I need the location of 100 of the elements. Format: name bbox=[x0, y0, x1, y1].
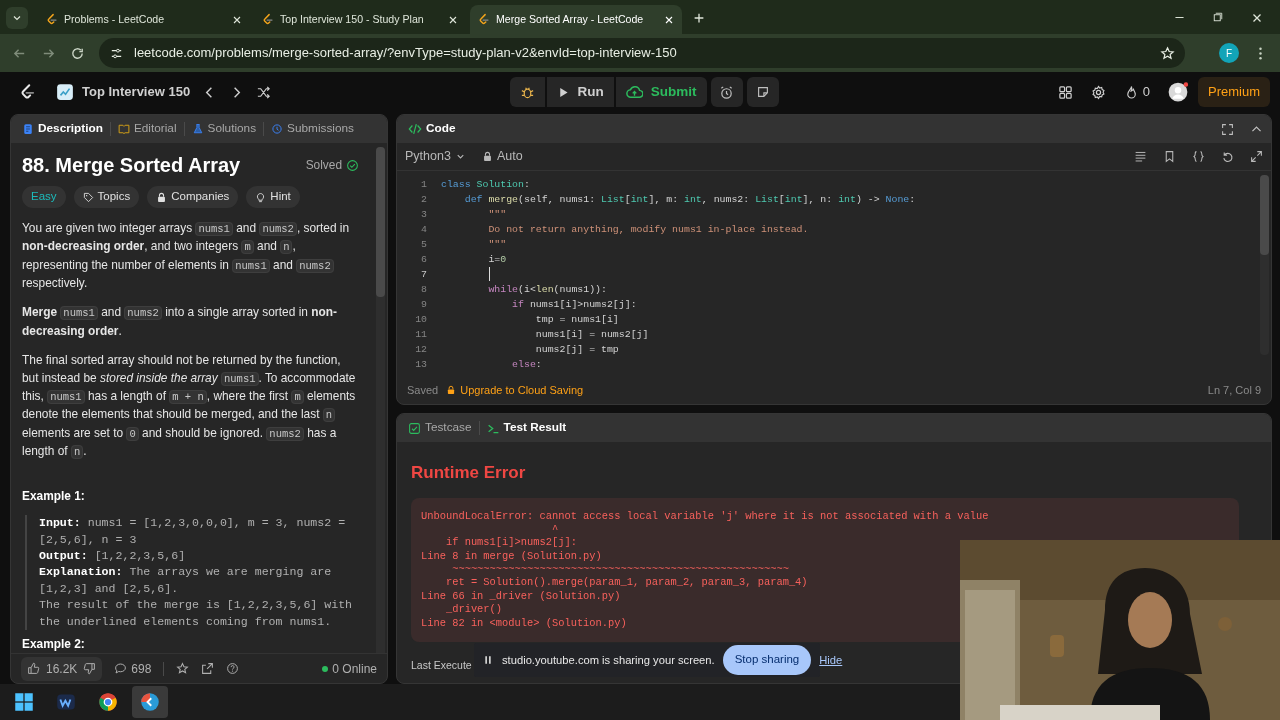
reload-icon[interactable] bbox=[70, 45, 85, 61]
panel-tab[interactable]: Description bbox=[19, 120, 106, 138]
code-line: nums2[j] = tmp bbox=[534, 343, 619, 357]
panel-tab[interactable]: Code bbox=[405, 120, 459, 138]
leetcode-logo-icon bbox=[261, 13, 274, 26]
code-line: nums1[i] = nums2[j] bbox=[534, 328, 649, 342]
tag-icon bbox=[82, 191, 94, 203]
solved-status: Solved bbox=[305, 157, 342, 174]
online-count: 0 Online bbox=[332, 660, 377, 678]
code-line: while(i<len(nums1)): bbox=[487, 283, 607, 297]
error-line: ~~~~~~~~~~~~~~~~~~~~~~~~~~~~~~~~~~~~~~~~~~~~~~~~~~~~~~ bbox=[451, 563, 790, 577]
shuffle-icon[interactable] bbox=[256, 84, 272, 100]
study-plan-icon bbox=[56, 83, 74, 101]
panel-tab[interactable]: Testcase bbox=[405, 419, 475, 437]
example-line: Output: [1,2,2,3,5,6] bbox=[39, 547, 187, 564]
error-line: _driver() bbox=[444, 603, 504, 617]
tag-button[interactable]: Hint bbox=[246, 186, 300, 208]
video-app-icon bbox=[56, 692, 76, 712]
comment-icon bbox=[114, 662, 128, 675]
difficulty-tag: Easy bbox=[22, 186, 66, 208]
line-number: 7 bbox=[420, 268, 428, 282]
panel-tab[interactable]: Editorial bbox=[114, 120, 180, 138]
lock-icon bbox=[156, 191, 168, 203]
hide-link[interactable]: Hide bbox=[819, 651, 843, 669]
book-icon bbox=[117, 123, 130, 135]
browser-tab[interactable]: Merge Sorted Array - LeetCode bbox=[470, 5, 682, 34]
document-icon bbox=[22, 123, 34, 135]
example-line: Explanation: The arrays we are merging are [1,2,3] and [2,5,6]. bbox=[39, 564, 333, 597]
settings-icon[interactable] bbox=[1090, 84, 1106, 100]
autocomplete-mode: Auto bbox=[496, 148, 523, 166]
study-plan-title[interactable]: Top Interview 150 bbox=[82, 82, 191, 102]
description-paragraph: The final sorted array should not be returned by the function, but instead be stored inside the array nums1 . To accommodate this, nums1 has a length of m + n , where the first m elements denote the elements that should be merged, and the last n elements are set to 0 and should be ignored. nums2 has a length of n . bbox=[22, 352, 357, 462]
line-number: 11 bbox=[414, 328, 428, 342]
line-number: 8 bbox=[420, 283, 428, 297]
format-icon[interactable] bbox=[1134, 150, 1147, 163]
streak-count: 0 bbox=[1142, 83, 1150, 102]
line-number: 10 bbox=[414, 313, 428, 327]
description-paragraph: Merge nums1 and nums2 into a single array sorted in non-decreasing order. bbox=[22, 304, 338, 340]
thumbs-up-icon bbox=[27, 662, 40, 675]
error-line: Line 66 in _driver (Solution.py) bbox=[421, 589, 622, 604]
address-bar[interactable]: leetcode.com/problems/merge-sorted-array/?envType=study-plan-v2&envId=top-interview-150 bbox=[99, 38, 1185, 68]
tab-search-button[interactable] bbox=[6, 7, 28, 29]
taskbar-button[interactable] bbox=[132, 686, 168, 718]
fullscreen-icon[interactable] bbox=[1221, 122, 1234, 136]
panel-tab[interactable]: Submissions bbox=[268, 120, 357, 138]
favorite-star-icon[interactable] bbox=[176, 662, 190, 675]
submit-button[interactable]: Submit bbox=[615, 77, 707, 107]
bookmark-star-icon[interactable] bbox=[1160, 45, 1175, 61]
browser-tab[interactable]: Problems - LeetCode bbox=[38, 5, 250, 34]
line-number: 2 bbox=[420, 193, 428, 207]
error-line: ^ bbox=[550, 522, 560, 537]
restore-icon[interactable] bbox=[1212, 11, 1224, 23]
scrollbar[interactable] bbox=[376, 147, 385, 653]
checkbox-icon bbox=[408, 421, 421, 435]
scrollbar[interactable] bbox=[1260, 175, 1269, 355]
line-number: 3 bbox=[420, 208, 428, 222]
description-paragraph: You are given two integer arrays nums1 and nums2 , sorted in non-decreasing order, and two integers m and n , representing the number of elements in nums1 and nums2 respectively. bbox=[22, 219, 351, 293]
error-line: if nums1[i]>nums2[j]: bbox=[444, 536, 578, 550]
alarm-clock-icon bbox=[719, 84, 734, 100]
clock-icon bbox=[271, 123, 284, 135]
avatar-icon[interactable] bbox=[1168, 82, 1188, 102]
flask-icon bbox=[191, 123, 204, 135]
bookmark-icon[interactable] bbox=[1163, 150, 1176, 163]
browser-tab[interactable]: Top Interview 150 - Study Plan bbox=[254, 5, 466, 34]
code-line: """ bbox=[487, 208, 507, 222]
language-dropdown[interactable]: Python3 bbox=[405, 147, 466, 166]
panel-tab[interactable]: Test Result bbox=[483, 419, 570, 437]
line-number: 4 bbox=[420, 223, 428, 237]
reset-icon[interactable] bbox=[1221, 150, 1234, 163]
line-number: 6 bbox=[420, 253, 428, 267]
notes-button[interactable] bbox=[746, 77, 779, 107]
code-icon bbox=[408, 122, 422, 136]
share-icon[interactable] bbox=[201, 662, 215, 675]
help-icon[interactable] bbox=[226, 662, 240, 675]
note-icon bbox=[755, 85, 770, 99]
code-line: Do not return anything, modify nums1 in-place instead. bbox=[487, 223, 809, 237]
run-button[interactable]: Run bbox=[546, 77, 614, 107]
debug-button[interactable] bbox=[509, 77, 545, 107]
check-circle-icon bbox=[346, 159, 359, 173]
like-button[interactable]: 16.2K bbox=[21, 656, 103, 681]
layout-icon[interactable] bbox=[1057, 84, 1073, 100]
line-number: 9 bbox=[420, 298, 428, 312]
cloud-upload-icon bbox=[625, 83, 643, 101]
tag-button[interactable]: Topics bbox=[73, 186, 140, 208]
last-executed-label: Last Execute bbox=[411, 658, 472, 673]
timer-button[interactable] bbox=[710, 77, 743, 107]
line-number: 12 bbox=[414, 343, 428, 357]
comments-button[interactable]: 698 bbox=[114, 659, 152, 678]
lock-icon bbox=[481, 151, 493, 162]
panel-tab[interactable]: Solutions bbox=[188, 120, 260, 138]
stop-sharing-button[interactable]: Stop sharing bbox=[722, 645, 812, 675]
tag-button[interactable]: Companies bbox=[147, 186, 239, 208]
leetcode-logo-icon bbox=[477, 13, 490, 26]
premium-button[interactable]: Premium bbox=[1198, 77, 1270, 107]
example-heading: Example 2: bbox=[22, 635, 86, 653]
expand-icon[interactable] bbox=[1250, 150, 1263, 163]
code-line: """ bbox=[487, 238, 507, 252]
upgrade-link[interactable]: Upgrade to Cloud Saving bbox=[446, 381, 584, 399]
cursor-position: Ln 7, Col 9 bbox=[1207, 382, 1261, 398]
braces-icon[interactable] bbox=[1192, 150, 1205, 163]
